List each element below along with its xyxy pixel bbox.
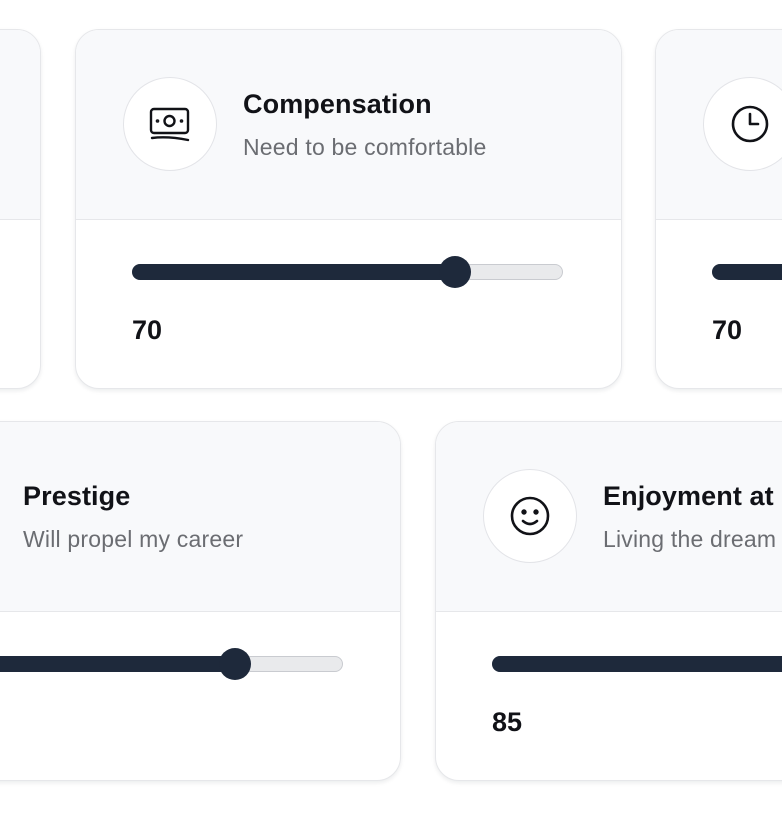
value-slider[interactable] [711, 263, 782, 280]
card-title: Enjoyment at [603, 481, 774, 511]
card-value: 70 [712, 315, 743, 345]
smile-icon [483, 469, 577, 563]
card-header [0, 30, 40, 220]
slider-fill [711, 263, 782, 280]
card-body: 85 [436, 612, 782, 780]
value-card-compensation: Compensation Need to be comfortable 70 [75, 29, 622, 389]
slider-fill [0, 655, 236, 672]
card-header: Compensation Need to be comfortable [76, 30, 621, 220]
card-body: 70 [76, 220, 621, 388]
card-header: Enjoyment at Living the dream [436, 422, 782, 612]
card-body [0, 612, 400, 780]
money-icon [123, 77, 217, 171]
prestige-slider[interactable] [0, 647, 343, 680]
clock-icon [703, 77, 782, 171]
slider-fill [491, 655, 782, 672]
card-value: 85 [492, 707, 523, 737]
value-card-prestige: Prestige Will propel my career [0, 421, 401, 781]
card-subtitle: Living the dream [603, 526, 777, 552]
slider-fill [131, 263, 456, 280]
value-card-enjoyment: Enjoyment at Living the dream 85 [435, 421, 782, 781]
slider-thumb[interactable] [439, 255, 471, 288]
value-card: 70 [655, 29, 782, 389]
card-subtitle: Need to be comfortable [243, 134, 487, 160]
slider-thumb[interactable] [219, 647, 251, 680]
card-body: 70 [656, 220, 782, 388]
card-title: Compensation [243, 89, 432, 119]
card-value: 70 [132, 315, 163, 345]
compensation-slider[interactable] [131, 255, 563, 288]
values-grid: Compensation Need to be comfortable 70 7… [0, 0, 782, 816]
card-subtitle: Will propel my career [23, 526, 244, 552]
card-body [0, 220, 40, 388]
value-card [0, 29, 41, 389]
card-header [656, 30, 782, 220]
enjoyment-slider[interactable] [491, 655, 782, 672]
card-title: Prestige [23, 481, 131, 511]
card-header: Prestige Will propel my career [0, 422, 400, 612]
